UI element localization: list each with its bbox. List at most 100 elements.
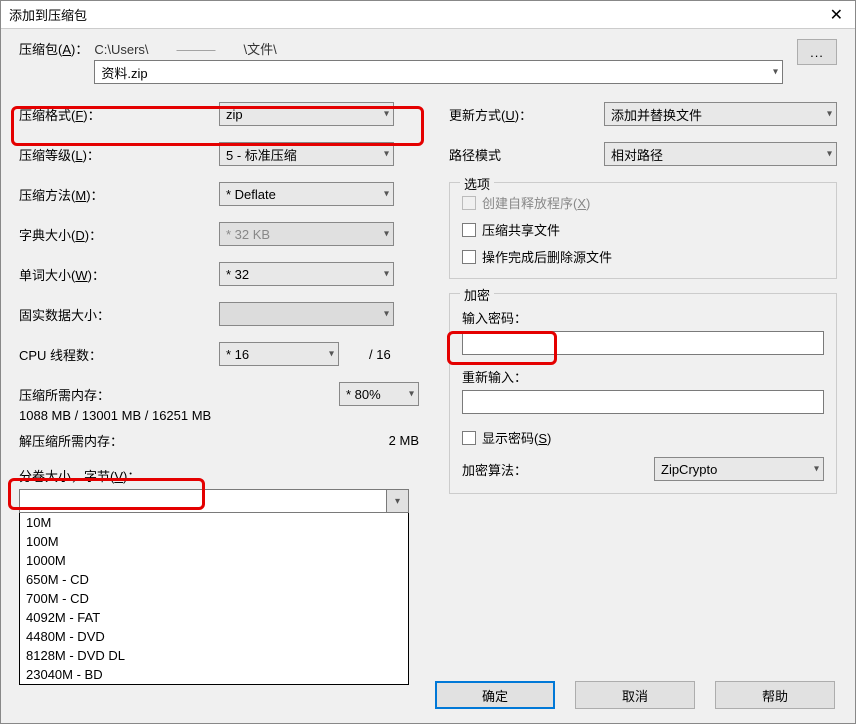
encrypt-group: 加密 输入密码： 重新输入： 显示密码(S) 加密算法： ZipC [449,293,837,494]
format-label: 压缩格式(F)： [19,105,219,124]
title-bar: 添加到压缩包 ✕ [1,1,855,29]
chevron-down-icon: ▾ [329,349,334,360]
options-group: 选项 创建自释放程序(X) 压缩共享文件 操作完成后删除源文件 [449,182,837,279]
volume-option[interactable]: 650M - CD [20,570,408,589]
enc-show-label: 显示密码(S) [482,428,551,447]
update-row: 更新方式(U)： 添加并替换文件 ▾ [449,102,837,126]
dict-select[interactable]: * 32 KB ▾ [219,222,394,246]
options-title: 选项 [460,174,494,193]
volume-option[interactable]: 4480M - DVD [20,627,408,646]
checkbox-icon [462,431,476,445]
opt-shared-label: 压缩共享文件 [482,220,560,239]
volume-option[interactable]: 1000M [20,551,408,570]
volume-dropdown-list[interactable]: 10M100M1000M650M - CD700M - CD4092M - FA… [19,513,409,685]
word-row: 单词大小(W)： * 32 ▾ [19,262,419,286]
volume-option[interactable]: 8128M - DVD DL [20,646,408,665]
mem-compress-label: 压缩所需内存： [19,385,110,404]
mem-compress-row: 压缩所需内存： * 80% ▾ [19,382,419,406]
help-button[interactable]: 帮助 [715,681,835,709]
archive-filename-value: 资料.zip [101,63,147,82]
mem-decompress-value: 2 MB [389,433,419,448]
pathmode-row: 路径模式 相对路径 ▾ [449,142,837,166]
method-row: 压缩方法(M)： * Deflate ▾ [19,182,419,206]
left-column: 压缩格式(F)： zip ▾ 压缩等级(L)： 5 - 标准压缩 ▾ [19,102,419,723]
window-title: 添加到压缩包 [9,5,87,24]
enc-algo-row: 加密算法： ZipCrypto ▾ [462,457,824,481]
volume-option[interactable]: 4092M - FAT [20,608,408,627]
chevron-down-icon: ▾ [409,389,414,400]
method-select[interactable]: * Deflate ▾ [219,182,394,206]
opt-sfx-label: 创建自释放程序(X) [482,193,590,212]
chevron-down-icon: ▾ [773,67,778,78]
chevron-down-icon: ▾ [384,269,389,280]
chevron-down-icon: ▾ [384,229,389,240]
pathmode-select[interactable]: 相对路径 ▾ [604,142,837,166]
chevron-down-icon: ▾ [384,109,389,120]
opt-sfx-row[interactable]: 创建自释放程序(X) [462,193,824,212]
chevron-down-icon: ▾ [827,149,832,160]
volume-option[interactable]: 100M [20,532,408,551]
enc-password-confirm-input[interactable] [462,390,824,414]
mem-pct-select[interactable]: * 80% ▾ [339,382,419,406]
archive-row: 压缩包(A)： C:\Users\———\文件\ 资料.zip ▾ ... [19,39,837,84]
word-select[interactable]: * 32 ▾ [219,262,394,286]
format-select[interactable]: zip ▾ [219,102,394,126]
mem-decompress-label: 解压缩所需内存： [19,431,123,450]
enc-password-input[interactable] [462,331,824,355]
solid-select[interactable]: ▾ [219,302,394,326]
format-row: 压缩格式(F)： zip ▾ [19,102,419,126]
opt-delete-row[interactable]: 操作完成后删除源文件 [462,247,824,266]
enc-enter-label: 输入密码： [462,308,824,327]
dict-row: 字典大小(D)： * 32 KB ▾ [19,222,419,246]
enc-show-row[interactable]: 显示密码(S) [462,428,824,447]
ok-button[interactable]: 确定 [435,681,555,709]
cancel-button[interactable]: 取消 [575,681,695,709]
level-label: 压缩等级(L)： [19,145,219,164]
update-select[interactable]: 添加并替换文件 ▾ [604,102,837,126]
checkbox-icon [462,223,476,237]
mem-decompress-row: 解压缩所需内存： 2 MB [19,431,419,450]
dict-label: 字典大小(D)： [19,225,219,244]
volume-option[interactable]: 700M - CD [20,589,408,608]
checkbox-icon [462,250,476,264]
enc-algo-select[interactable]: ZipCrypto ▾ [654,457,824,481]
path-masked-segment: ——— [149,42,244,57]
close-icon[interactable]: ✕ [826,5,847,25]
dialog-window: 添加到压缩包 ✕ 压缩包(A)： C:\Users\———\文件\ 资料.zip… [0,0,856,724]
volume-dropdown-button[interactable]: ▾ [386,490,408,512]
chevron-down-icon: ▾ [827,109,832,120]
content-area: 压缩包(A)： C:\Users\———\文件\ 资料.zip ▾ ... [1,29,855,723]
opt-delete-label: 操作完成后删除源文件 [482,247,612,266]
opt-shared-row[interactable]: 压缩共享文件 [462,220,824,239]
volume-combo[interactable]: ▾ [19,489,409,513]
pathmode-label: 路径模式 [449,145,604,164]
update-label: 更新方式(U)： [449,105,604,124]
solid-row: 固实数据大小： ▾ [19,302,419,326]
chevron-down-icon: ▾ [384,149,389,160]
cpu-label: CPU 线程数： [19,345,219,364]
enc-reenter-label: 重新输入： [462,367,824,386]
right-column: 更新方式(U)： 添加并替换文件 ▾ 路径模式 相对路径 ▾ 选项 [449,102,837,723]
word-label: 单词大小(W)： [19,265,219,284]
volume-option[interactable]: 23040M - BD [20,665,408,684]
button-row: 确定 取消 帮助 [435,681,835,709]
solid-label: 固实数据大小： [19,305,219,324]
volume-option[interactable]: 10M [20,513,408,532]
chevron-down-icon: ▾ [814,464,819,475]
archive-label: 压缩包(A)： [19,39,88,58]
enc-algo-label: 加密算法： [462,460,646,479]
level-row: 压缩等级(L)： 5 - 标准压缩 ▾ [19,142,419,166]
chevron-down-icon: ▾ [384,189,389,200]
level-select[interactable]: 5 - 标准压缩 ▾ [219,142,394,166]
volume-label: 分卷大小，字节(V)： [19,466,419,485]
archive-path-block: C:\Users\———\文件\ 资料.zip ▾ [94,39,783,84]
method-label: 压缩方法(M)： [19,185,219,204]
archive-path-display: C:\Users\———\文件\ [94,39,783,58]
browse-button[interactable]: ... [797,39,837,65]
cpu-row: CPU 线程数： * 16 ▾ / 16 [19,342,419,366]
columns: 压缩格式(F)： zip ▾ 压缩等级(L)： 5 - 标准压缩 ▾ [19,102,837,723]
encrypt-title: 加密 [460,285,494,304]
archive-filename-combo[interactable]: 资料.zip ▾ [94,60,783,84]
checkbox-icon [462,196,476,210]
cpu-select[interactable]: * 16 ▾ [219,342,339,366]
